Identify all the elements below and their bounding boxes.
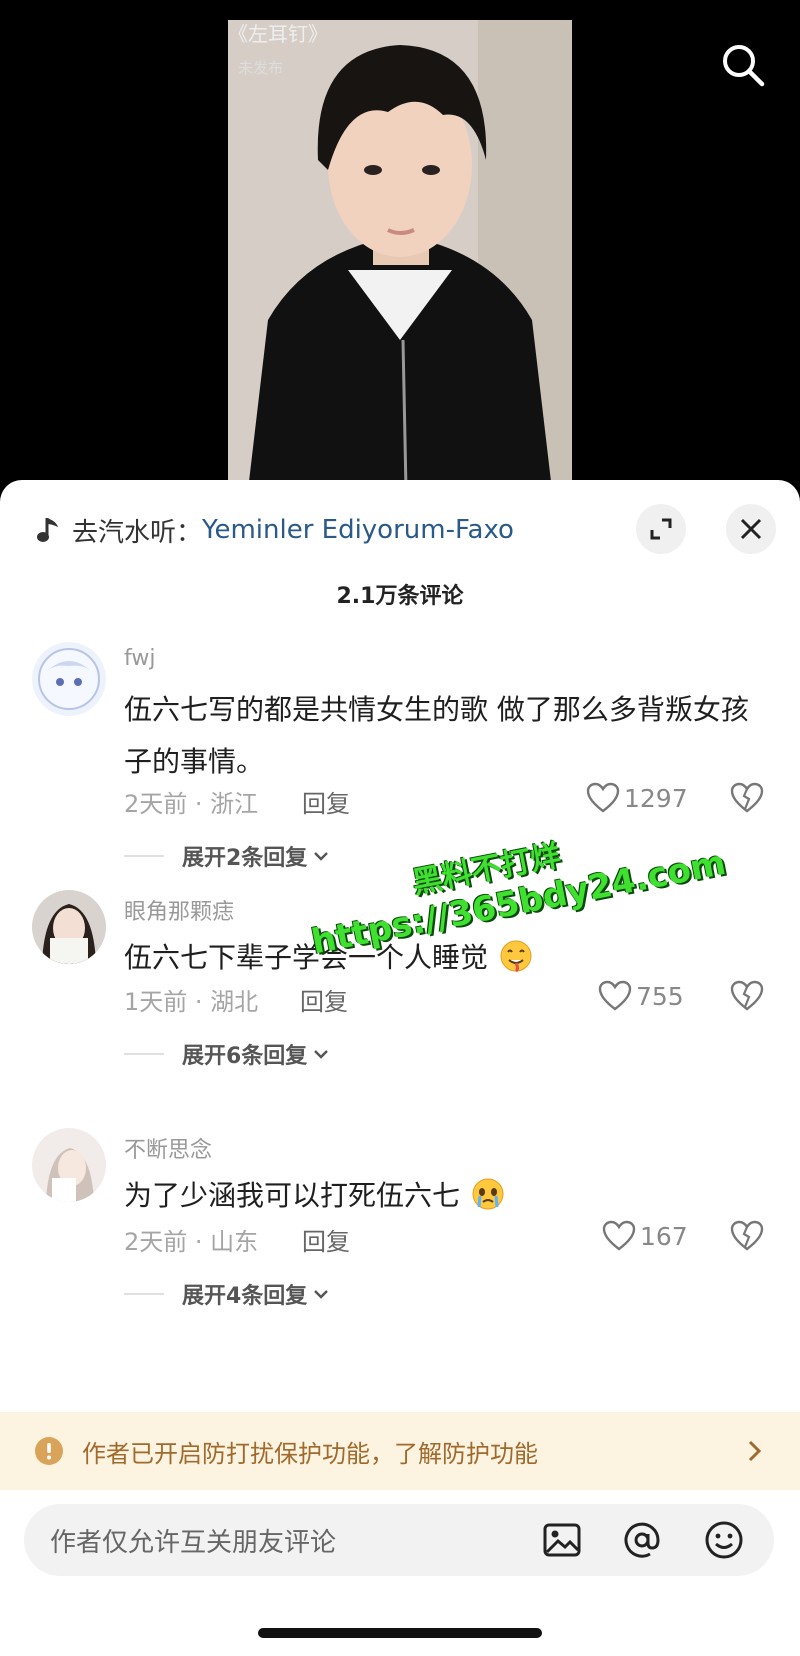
reply-button[interactable]: 回复 xyxy=(302,1222,350,1257)
chevron-down-icon xyxy=(314,1050,329,1059)
expand-replies-button[interactable]: 展开6条回复 xyxy=(124,1038,329,1070)
divider-line xyxy=(124,855,164,857)
music-link[interactable]: 去汽水听： Yeminler Ediyorum-Faxo xyxy=(36,510,514,550)
video-frame xyxy=(228,20,572,490)
video-title: 《左耳钉》 xyxy=(228,22,328,46)
music-note-icon xyxy=(37,518,58,542)
divider-line xyxy=(124,1053,164,1055)
drooling-face-emoji-icon xyxy=(500,940,532,973)
expand-replies-label: 展开2条回复 xyxy=(182,846,308,871)
search-icon xyxy=(723,45,765,87)
at-icon xyxy=(624,1522,660,1558)
notice-text: 作者已开启防打扰保护功能，了解防护功能 xyxy=(82,1439,538,1468)
broken-heart-icon xyxy=(730,782,764,813)
avatar-image xyxy=(32,1128,106,1202)
info-icon xyxy=(35,1437,63,1465)
image-button[interactable] xyxy=(542,1520,582,1560)
expand-replies-button[interactable]: 展开2条回复 xyxy=(124,840,329,872)
like-count: 167 xyxy=(640,1221,688,1251)
dislike-button[interactable] xyxy=(730,1220,764,1256)
comment-input-placeholder: 作者仅允许互关朋友评论 xyxy=(50,1528,337,1558)
like-count: 755 xyxy=(636,981,684,1011)
protection-notice[interactable]: 作者已开启防打扰保护功能，了解防护功能 xyxy=(0,1412,800,1490)
comment-meta: 2天前 · 山东 xyxy=(124,1228,259,1256)
video-player[interactable]: 《左耳钉》 未发布 xyxy=(0,0,800,490)
video-person-image xyxy=(228,20,572,490)
comment-meta: 2天前 · 浙江 xyxy=(124,790,259,818)
reply-button[interactable]: 回复 xyxy=(302,784,350,819)
home-indicator[interactable] xyxy=(258,1628,542,1638)
avatar[interactable] xyxy=(32,642,106,716)
close-icon xyxy=(740,518,762,540)
image-icon xyxy=(543,1523,581,1557)
avatar[interactable] xyxy=(32,890,106,964)
heart-icon xyxy=(602,1220,636,1251)
comment-item: 不断思念 为了少涵我可以打死伍六七 2天前 · 山东 回复 167 展开4条回复 xyxy=(0,1128,800,1348)
heart-icon xyxy=(598,980,632,1011)
like-button[interactable]: 755 xyxy=(598,980,684,1012)
dislike-button[interactable] xyxy=(730,980,764,1016)
divider-line xyxy=(124,1293,164,1295)
like-button[interactable]: 167 xyxy=(602,1220,688,1252)
avatar[interactable] xyxy=(32,1128,106,1202)
comment-text-content: 为了少涵我可以打死伍六七 xyxy=(124,1179,461,1212)
comment-text: 为了少涵我可以打死伍六七 xyxy=(124,1170,764,1222)
expand-replies-label: 展开6条回复 xyxy=(182,1044,308,1069)
music-prefix: 去汽水听： xyxy=(72,517,203,548)
comment-text-content: 伍六七下辈子学会一个人睡觉 xyxy=(124,941,489,974)
avatar-image xyxy=(32,890,106,964)
video-status: 未发布 xyxy=(238,59,284,77)
chevron-right-icon xyxy=(748,1440,762,1462)
comment-meta: 1天前 · 湖北 xyxy=(124,988,259,1016)
reply-button[interactable]: 回复 xyxy=(300,982,348,1017)
expand-icon xyxy=(650,518,672,540)
expand-replies-label: 展开4条回复 xyxy=(182,1284,308,1309)
comment-username[interactable]: 眼角那颗痣 xyxy=(124,894,234,926)
expand-button[interactable] xyxy=(636,504,686,554)
search-button[interactable] xyxy=(718,40,768,90)
crying-face-emoji-icon xyxy=(472,1178,504,1210)
close-button[interactable] xyxy=(726,504,776,554)
comment-text: 伍六七写的都是共情女生的歌 做了那么多背叛女孩子的事情。 xyxy=(124,693,749,778)
broken-heart-icon xyxy=(730,1220,764,1251)
emoji-button[interactable] xyxy=(704,1520,744,1560)
avatar-image xyxy=(32,642,106,716)
mention-button[interactable] xyxy=(622,1520,662,1560)
heart-icon xyxy=(586,782,620,813)
chevron-down-icon xyxy=(314,852,329,861)
comment-text: 伍六七下辈子学会一个人睡觉 xyxy=(124,932,764,984)
dislike-button[interactable] xyxy=(730,782,764,818)
comment-username[interactable]: 不断思念 xyxy=(124,1132,212,1164)
music-title[interactable]: Yeminler Ediyorum-Faxo xyxy=(202,515,514,545)
video-caption: 《左耳钉》 未发布 xyxy=(228,18,328,78)
comment-username[interactable]: fwj xyxy=(124,646,155,671)
emoji-icon xyxy=(705,1521,743,1559)
comment-input[interactable]: 作者仅允许互关朋友评论 xyxy=(24,1504,774,1576)
broken-heart-icon xyxy=(730,980,764,1011)
chevron-down-icon xyxy=(314,1290,329,1299)
comment-count: 2.1万条评论 xyxy=(336,584,464,609)
expand-replies-button[interactable]: 展开4条回复 xyxy=(124,1278,329,1310)
